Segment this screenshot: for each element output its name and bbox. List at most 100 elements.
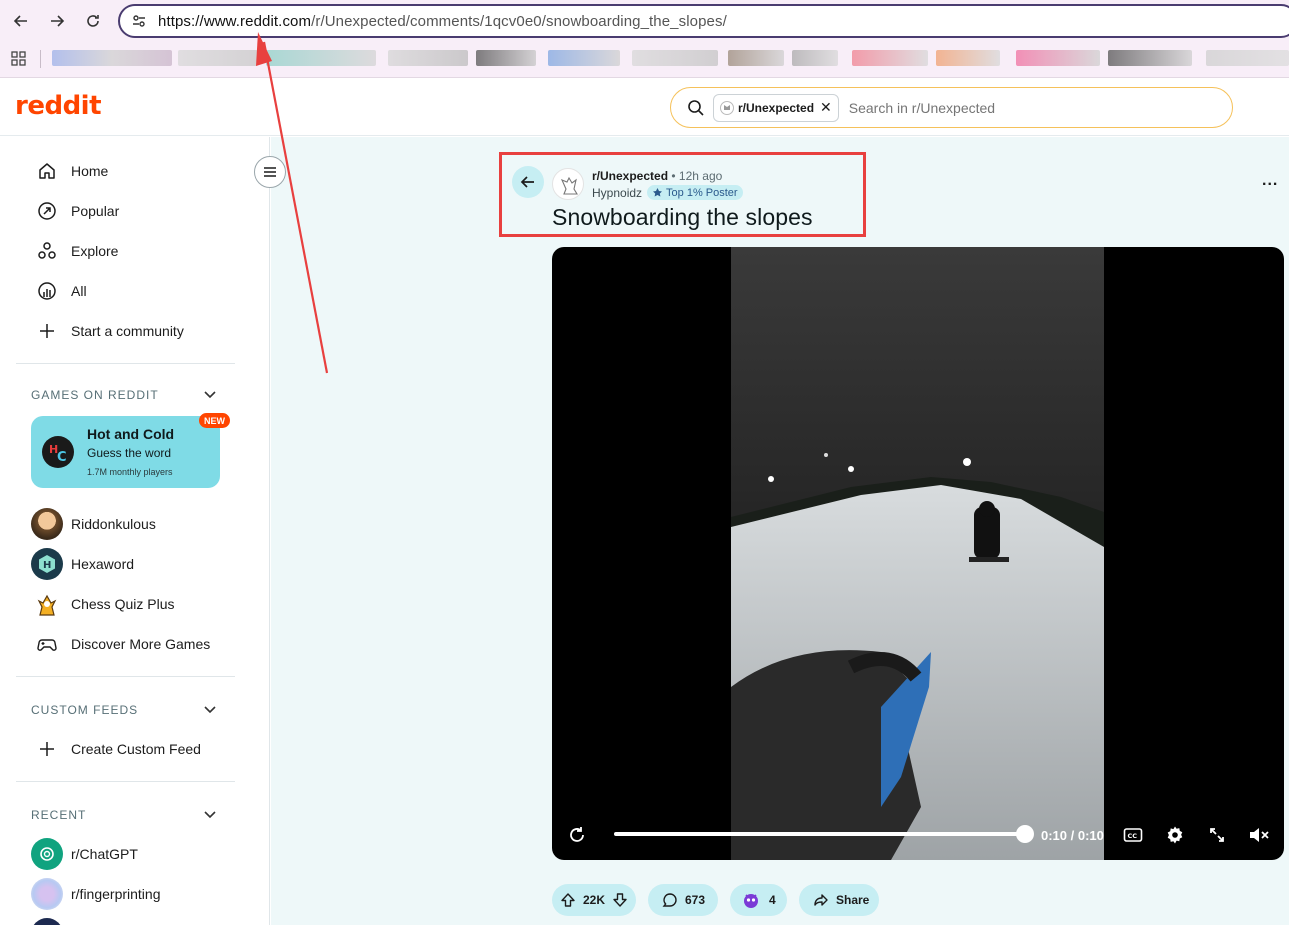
sidebar-item-label: Create Custom Feed <box>71 741 201 757</box>
vote-pill: 22K <box>552 884 636 916</box>
comments-button[interactable]: 673 <box>648 884 718 916</box>
downvote-icon[interactable] <box>611 891 629 909</box>
sidebar-item-label: Discover More Games <box>71 636 211 652</box>
award-count: 4 <box>769 893 776 907</box>
search-input[interactable] <box>848 99 1209 116</box>
sidebar-recent-fingerprinting[interactable]: r/fingerprinting <box>31 878 161 910</box>
url-text[interactable]: https://www.reddit.com/r/Unexpected/comm… <box>158 13 727 30</box>
chevron-down-icon[interactable] <box>202 386 218 402</box>
award-icon <box>742 891 760 909</box>
browser-toolbar: https://www.reddit.com/r/Unexpected/comm… <box>0 0 1289 42</box>
bookmark-item[interactable] <box>1108 50 1192 66</box>
popular-icon <box>36 200 58 222</box>
video-player[interactable]: CC <box>552 247 1284 860</box>
bookmarks-bar <box>0 42 1289 78</box>
fingerprinting-avatar <box>31 878 63 910</box>
bookmark-item[interactable] <box>632 50 718 66</box>
svg-text:C: C <box>57 450 67 465</box>
comment-icon <box>661 891 679 909</box>
chevron-down-icon[interactable] <box>202 806 218 822</box>
url-host: https://www.reddit.com <box>158 12 312 30</box>
chess-quiz-avatar <box>31 588 63 620</box>
bookmark-item[interactable] <box>388 50 468 66</box>
share-icon <box>812 891 830 909</box>
captions-icon[interactable]: CC <box>1122 824 1144 846</box>
game-title: Hot and Cold <box>87 426 175 442</box>
featured-game-card[interactable]: HC Hot and Cold Guess the word 1.7M mont… <box>31 416 220 488</box>
sidebar-item-all[interactable]: All <box>36 276 87 306</box>
bookmark-item[interactable] <box>52 50 172 66</box>
bookmark-item[interactable] <box>792 50 838 66</box>
bookmark-item[interactable] <box>936 50 1000 66</box>
site-settings-icon[interactable] <box>130 12 148 30</box>
back-arrow-icon[interactable] <box>10 10 32 32</box>
video-progress-bar[interactable] <box>614 832 1025 836</box>
forward-arrow-icon[interactable] <box>46 10 68 32</box>
sidebar-game-hexaword[interactable]: H Hexaword <box>31 548 134 580</box>
vote-count: 22K <box>583 893 606 907</box>
menu-icon <box>264 167 276 177</box>
video-time: 0:10 / 0:10 <box>1041 828 1104 843</box>
sidebar-divider <box>16 363 235 364</box>
sidebar-item-start-community[interactable]: Start a community <box>36 316 184 346</box>
sidebar-discover-more-games[interactable]: Discover More Games <box>36 629 210 659</box>
new-badge: NEW <box>199 413 230 428</box>
bookmark-item[interactable] <box>852 50 928 66</box>
upvote-icon[interactable] <box>559 891 577 909</box>
bookmark-item[interactable] <box>476 50 536 66</box>
share-label: Share <box>836 893 870 907</box>
mute-icon[interactable] <box>1248 824 1270 846</box>
bookmark-item[interactable] <box>1016 50 1100 66</box>
chip-close-icon[interactable]: ✕ <box>820 99 832 116</box>
plus-icon <box>36 320 58 342</box>
bookmark-item[interactable] <box>728 50 784 66</box>
sidebar-item-label: All <box>71 283 87 299</box>
sidebar-divider <box>16 676 235 677</box>
share-button[interactable]: Share <box>799 884 879 916</box>
fullscreen-icon[interactable] <box>1206 824 1228 846</box>
chatgpt-avatar <box>31 838 63 870</box>
sidebar-game-riddonkulous[interactable]: Riddonkulous <box>31 508 156 540</box>
sidebar-game-chess-quiz-plus[interactable]: Chess Quiz Plus <box>31 588 174 620</box>
hexaword-avatar: H <box>31 548 63 580</box>
url-path: /r/Unexpected/comments/1qcv0e0/snowboard… <box>311 12 727 30</box>
bookmark-item[interactable] <box>1206 50 1289 66</box>
award-button[interactable]: 4 <box>730 884 787 916</box>
bookmarks-separator <box>40 50 41 68</box>
apps-grid-icon[interactable] <box>10 50 28 68</box>
search-box[interactable]: r/Unexpected ✕ <box>670 87 1233 128</box>
gamepad-icon <box>36 633 58 655</box>
sidebar-collapse-button[interactable] <box>254 156 286 188</box>
chevron-down-icon[interactable] <box>202 701 218 717</box>
search-icon <box>687 99 705 117</box>
comment-count: 673 <box>685 893 706 907</box>
sidebar-create-custom-feed[interactable]: Create Custom Feed <box>36 734 201 764</box>
custom-feeds-section-title[interactable]: CUSTOM FEEDS <box>31 703 138 717</box>
video-frame-snowboard <box>731 247 1104 860</box>
game-label: Chess Quiz Plus <box>71 596 175 612</box>
svg-text:H: H <box>43 560 51 571</box>
post-options-button[interactable]: ... <box>1262 172 1286 192</box>
settings-gear-icon[interactable] <box>1164 824 1186 846</box>
plus-icon <box>36 738 58 760</box>
game-label: Riddonkulous <box>71 516 156 532</box>
video-progress-handle[interactable] <box>1016 825 1034 843</box>
sidebar-item-popular[interactable]: Popular <box>36 196 119 226</box>
recent-section-title[interactable]: RECENT <box>31 808 86 822</box>
bookmark-item[interactable] <box>178 50 258 66</box>
replay-icon[interactable] <box>566 824 588 846</box>
subreddit-scope-chip[interactable]: r/Unexpected ✕ <box>713 93 839 122</box>
bookmark-item[interactable] <box>548 50 620 66</box>
bookmark-item[interactable] <box>266 50 376 66</box>
reload-icon[interactable] <box>82 10 104 32</box>
reddit-header: reddit r/Unexpected ✕ <box>0 79 1289 136</box>
hot-and-cold-logo-icon: HC <box>42 436 74 468</box>
sidebar-item-explore[interactable]: Explore <box>36 236 118 266</box>
chip-label: r/Unexpected <box>738 100 815 115</box>
sidebar-recent-chatgpt[interactable]: r/ChatGPT <box>31 838 138 870</box>
sidebar-divider <box>16 781 235 782</box>
address-bar[interactable]: https://www.reddit.com/r/Unexpected/comm… <box>118 4 1289 38</box>
games-section-title[interactable]: GAMES ON REDDIT <box>31 388 159 402</box>
reddit-logo[interactable]: reddit <box>15 91 102 121</box>
sidebar-item-home[interactable]: Home <box>36 156 108 186</box>
